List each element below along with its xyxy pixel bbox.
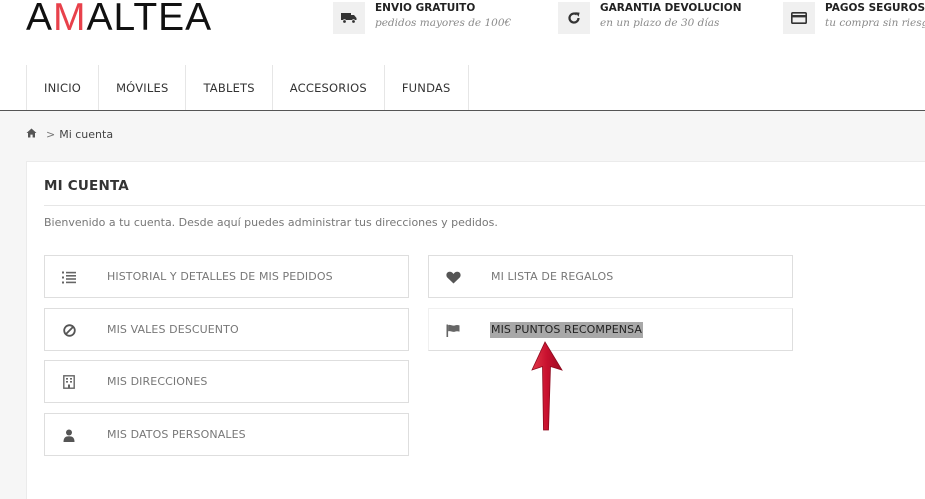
addresses-link[interactable]: MIS DIRECCIONES — [44, 360, 409, 403]
home-icon[interactable] — [26, 128, 37, 141]
feature-title: ENVIO GRATUITO — [375, 2, 476, 14]
item-label: HISTORIAL Y DETALLES DE MIS PEDIDOS — [107, 270, 333, 283]
user-icon — [61, 427, 77, 443]
vouchers-link[interactable]: MIS VALES DESCUENTO — [44, 308, 409, 351]
site-logo[interactable]: AMALTEA — [26, 0, 213, 39]
main-nav: INICIO MÓVILES TABLETS ACCESORIOS FUNDAS — [26, 65, 469, 111]
ban-icon — [61, 322, 77, 338]
logo-suffix: ALTEA — [86, 0, 213, 39]
item-label: MIS DATOS PERSONALES — [107, 428, 246, 441]
feature-return-guarantee: GARANTIA DEVOLUCION en un plazo de 30 dí… — [558, 0, 742, 34]
nav-item-accesorios[interactable]: ACCESORIOS — [271, 65, 384, 111]
page-title: MI CUENTA — [44, 178, 129, 194]
refresh-icon — [558, 2, 590, 34]
feature-free-shipping: ENVIO GRATUITO pedidos mayores de 100€ — [333, 0, 511, 34]
nav-item-inicio[interactable]: INICIO — [26, 65, 98, 111]
credit-card-icon — [783, 2, 815, 34]
building-icon — [61, 374, 77, 390]
list-icon — [61, 269, 77, 285]
welcome-text: Bienvenido a tu cuenta. Desde aquí puede… — [44, 216, 498, 229]
feature-subtitle: tu compra sin riesgo. — [825, 17, 925, 29]
feature-subtitle: pedidos mayores de 100€ — [375, 17, 512, 29]
nav-item-tablets[interactable]: TABLETS — [185, 65, 271, 111]
nav-item-fundas[interactable]: FUNDAS — [383, 65, 469, 111]
item-label: MIS DIRECCIONES — [107, 375, 208, 388]
order-history-link[interactable]: HISTORIAL Y DETALLES DE MIS PEDIDOS — [44, 255, 409, 298]
breadcrumb: > Mi cuenta — [26, 128, 113, 141]
feature-secure-payment: PAGOS SEGUROS tu compra sin riesgo. — [783, 0, 925, 34]
feature-title: PAGOS SEGUROS — [825, 2, 925, 14]
feature-title: GARANTIA DEVOLUCION — [600, 2, 742, 14]
personal-info-link[interactable]: MIS DATOS PERSONALES — [44, 413, 409, 456]
logo-prefix: A — [26, 0, 54, 39]
feature-subtitle: en un plazo de 30 días — [600, 17, 720, 29]
nav-item-moviles[interactable]: MÓVILES — [98, 65, 185, 111]
reward-points-link[interactable]: MIS PUNTOS RECOMPENSA — [428, 308, 793, 351]
heart-icon — [445, 269, 461, 285]
flag-icon — [445, 322, 461, 338]
gift-list-link[interactable]: MI LISTA DE REGALOS — [428, 255, 793, 298]
breadcrumb-separator: > — [46, 128, 56, 141]
item-label: MIS PUNTOS RECOMPENSA — [490, 322, 644, 338]
title-divider — [44, 205, 925, 206]
annotation-arrow — [531, 341, 563, 431]
item-label: MIS VALES DESCUENTO — [107, 323, 239, 336]
logo-accent: M — [53, 0, 87, 39]
truck-icon — [333, 2, 365, 34]
breadcrumb-current: Mi cuenta — [59, 128, 114, 141]
item-label: MI LISTA DE REGALOS — [491, 270, 614, 283]
